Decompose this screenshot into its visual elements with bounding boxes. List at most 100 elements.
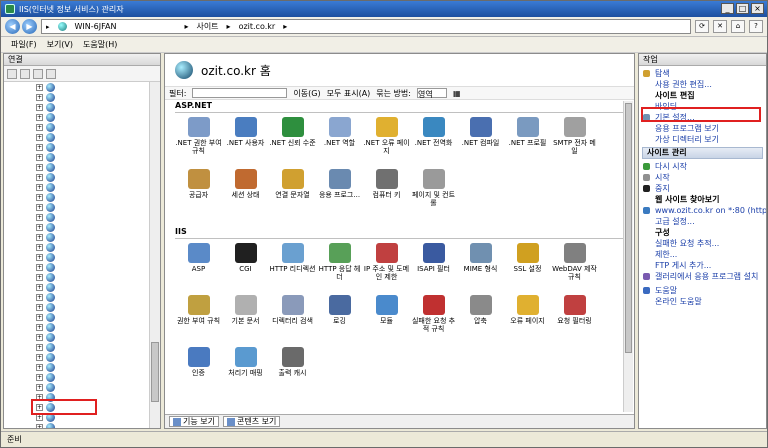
menu-help[interactable]: 도움말(H) <box>83 39 117 50</box>
section-header[interactable]: ASP.NET <box>175 101 623 113</box>
expand-icon[interactable]: + <box>36 233 43 241</box>
menu-file[interactable]: 파일(F) <box>11 39 37 50</box>
help-icon[interactable]: ? <box>749 20 763 33</box>
forward-icon[interactable]: ▶ <box>22 19 37 34</box>
action-link[interactable]: 사용 권한 편집... <box>639 79 766 90</box>
feature-item[interactable]: 처리기 매핑 <box>222 347 269 399</box>
tree-item-site[interactable]: + <box>4 142 150 152</box>
feature-item[interactable]: .NET 전역화 <box>410 117 457 169</box>
feature-item[interactable]: 출력 캐시 <box>269 347 316 399</box>
connect-icon[interactable] <box>7 68 17 79</box>
feature-item[interactable]: 공급자 <box>175 169 222 221</box>
feature-item[interactable]: 실패한 요청 추적 규칙 <box>410 295 457 347</box>
feature-item[interactable]: 인증 <box>175 347 222 399</box>
action-link[interactable]: www.ozit.co.kr on *:80 (http) 찾아보기 <box>639 205 766 216</box>
feature-item[interactable]: .NET 컴파일 <box>457 117 504 169</box>
features-scroll-thumb[interactable] <box>625 103 632 353</box>
breadcrumb-sites[interactable]: 사이트 <box>196 21 218 32</box>
help-link[interactable]: 온라인 도움말 <box>639 296 766 307</box>
feature-item[interactable]: CGI <box>222 243 269 295</box>
tree-item-site[interactable]: + <box>4 382 150 392</box>
tree-item-site[interactable]: + <box>4 282 150 292</box>
feature-item[interactable]: HTTP 리디렉션 <box>269 243 316 295</box>
expand-icon[interactable]: + <box>36 283 43 291</box>
action-link[interactable]: 고급 설정... <box>639 216 766 227</box>
feature-item[interactable]: 로깅 <box>316 295 363 347</box>
expand-icon[interactable]: + <box>36 303 43 311</box>
tree-item-site[interactable]: + <box>4 92 150 102</box>
expand-icon[interactable]: + <box>36 113 43 121</box>
tab-features-view[interactable]: 기능 보기 <box>169 416 219 427</box>
tree-scroll-thumb[interactable] <box>151 342 159 402</box>
tree-item-site[interactable]: + <box>4 262 150 272</box>
action-link[interactable]: 중지 <box>639 183 766 194</box>
tree-item-site[interactable]: + <box>4 192 150 202</box>
expand-icon[interactable]: + <box>36 273 43 281</box>
tree-item-site[interactable]: + <box>4 372 150 382</box>
tree-item-site[interactable]: + <box>4 322 150 332</box>
feature-item[interactable]: .NET 프로필 <box>504 117 551 169</box>
tree-item-site[interactable]: + <box>4 272 150 282</box>
feature-item[interactable]: ISAPI 필터 <box>410 243 457 295</box>
feature-item[interactable]: 요청 필터링 <box>551 295 598 347</box>
tree-item-site[interactable]: + <box>4 152 150 162</box>
tree-item-site[interactable]: + <box>4 252 150 262</box>
show-all-button[interactable]: 모두 표시(A) <box>327 88 371 99</box>
expand-icon[interactable]: + <box>36 383 43 391</box>
tree-item-site[interactable]: + <box>4 212 150 222</box>
expand-icon[interactable]: + <box>36 103 43 111</box>
expand-icon[interactable]: + <box>36 333 43 341</box>
stop-icon[interactable]: ✕ <box>713 20 727 33</box>
action-link[interactable]: FTP 게시 추가... <box>639 260 766 271</box>
feature-item[interactable]: 연결 문자열 <box>269 169 316 221</box>
breadcrumb-server[interactable]: WIN-6JFAN <box>75 22 117 31</box>
expand-icon[interactable]: + <box>36 223 43 231</box>
action-link[interactable]: 가상 디렉터리 보기 <box>639 134 766 145</box>
filter-input[interactable] <box>192 88 288 98</box>
tree-item-site[interactable]: + <box>4 242 150 252</box>
view-mode-icon[interactable]: ▦ <box>453 89 461 98</box>
close-button[interactable]: × <box>751 3 764 14</box>
action-link[interactable]: 갤러리에서 응용 프로그램 설치 <box>639 271 766 282</box>
expand-icon[interactable]: + <box>36 353 43 361</box>
tree-item-site[interactable]: + <box>4 122 150 132</box>
feature-item[interactable]: IP 주소 및 도메인 제한 <box>363 243 410 295</box>
tree-item-site[interactable]: + <box>4 362 150 372</box>
tree-item-site[interactable]: + <box>4 132 150 142</box>
menu-view[interactable]: 보기(V) <box>47 39 73 50</box>
feature-item[interactable]: 컴퓨터 키 <box>363 169 410 221</box>
feature-item[interactable]: 모듈 <box>363 295 410 347</box>
feature-item[interactable]: ASP <box>175 243 222 295</box>
action-link[interactable]: 다시 시작 <box>639 161 766 172</box>
tree-item-site[interactable]: + <box>4 292 150 302</box>
expand-icon[interactable]: + <box>36 133 43 141</box>
feature-item[interactable]: MIME 형식 <box>457 243 504 295</box>
expand-icon[interactable]: + <box>36 293 43 301</box>
tree-item-site[interactable]: + <box>4 102 150 112</box>
group-by-select[interactable]: 영역 <box>416 88 447 99</box>
help-link[interactable]: 도움말 <box>639 285 766 296</box>
expand-icon[interactable]: + <box>36 173 43 181</box>
tree-item-site[interactable]: + <box>4 232 150 242</box>
feature-item[interactable]: .NET 오류 페이지 <box>363 117 410 169</box>
section-header[interactable]: IIS <box>175 227 623 239</box>
feature-item[interactable]: 오류 페이지 <box>504 295 551 347</box>
tree-item-site[interactable]: + <box>4 422 150 428</box>
tree-item-site[interactable]: + <box>4 182 150 192</box>
feature-item[interactable]: WebDAV 제작 규칙 <box>551 243 598 295</box>
expand-icon[interactable]: + <box>36 93 43 101</box>
tree-item-site[interactable]: + <box>4 312 150 322</box>
feature-item[interactable]: .NET 권한 부여 규칙 <box>175 117 222 169</box>
features-scrollbar[interactable] <box>623 101 633 412</box>
feature-item[interactable]: 디렉터리 검색 <box>269 295 316 347</box>
expand-icon[interactable]: + <box>36 343 43 351</box>
tree-scrollbar[interactable] <box>149 82 160 428</box>
action-link[interactable]: 탐색 <box>639 68 766 79</box>
expand-icon[interactable]: + <box>36 373 43 381</box>
expand-icon[interactable]: + <box>36 423 43 428</box>
tree-item-site[interactable]: + <box>4 162 150 172</box>
tree-item-site[interactable]: + <box>4 172 150 182</box>
go-button[interactable]: 이동(G) <box>293 88 320 99</box>
feature-item[interactable]: 페이지 및 컨트롤 <box>410 169 457 221</box>
expand-icon[interactable]: + <box>36 323 43 331</box>
